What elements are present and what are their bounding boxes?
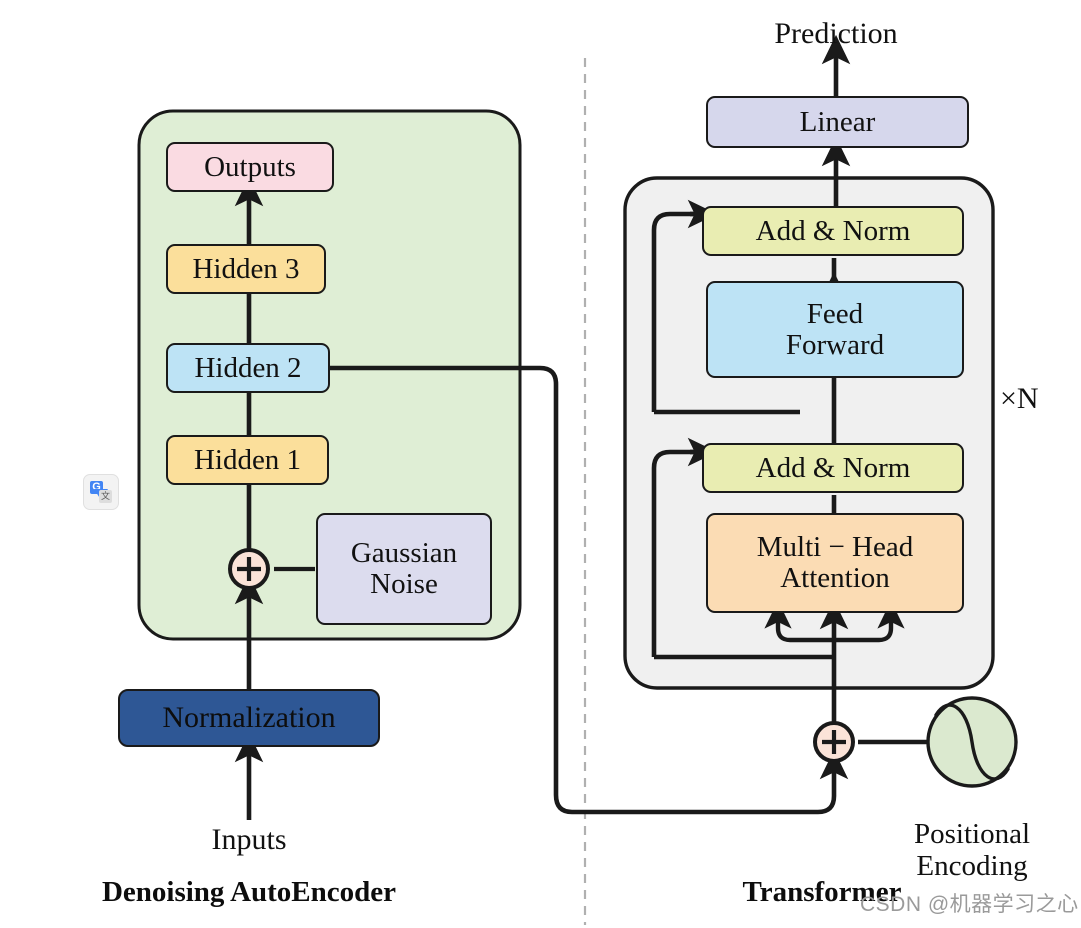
node-linear[interactable]: Linear	[706, 96, 969, 148]
title-denoising-autoencoder: Denoising AutoEncoder	[101, 876, 397, 908]
node-hidden1-label: Hidden 1	[193, 443, 302, 476]
node-addnorm-top[interactable]: Add & Norm	[702, 206, 964, 256]
label-inputs: Inputs	[211, 823, 287, 856]
node-addnorm-bottom[interactable]: Add & Norm	[702, 443, 964, 493]
node-feed-forward[interactable]: Feed Forward	[706, 281, 964, 378]
node-gaussian-noise[interactable]: Gaussian Noise	[316, 513, 492, 625]
node-outputs-label: Outputs	[204, 150, 296, 183]
node-addnorm-top-label: Add & Norm	[755, 214, 911, 247]
translate-cjk-glyph: 文	[99, 490, 112, 503]
csdn-watermark: CSDN @机器学习之心	[860, 893, 1079, 916]
node-addnorm-bottom-label: Add & Norm	[755, 451, 911, 484]
node-hidden2[interactable]: Hidden 2	[166, 343, 330, 393]
node-hidden3-label: Hidden 3	[192, 252, 300, 285]
node-hidden3[interactable]: Hidden 3	[166, 244, 326, 294]
node-multihead-attention[interactable]: Multi − Head Attention	[706, 513, 964, 613]
node-outputs[interactable]: Outputs	[166, 142, 334, 192]
label-positional-encoding: Positional Encoding	[913, 817, 1030, 882]
diagram-root: Outputs Hidden 3 Hidden 2 Hidden 1 Gauss…	[0, 0, 1081, 928]
node-hidden2-label: Hidden 2	[194, 351, 302, 384]
node-normalization-label: Normalization	[162, 701, 336, 735]
node-linear-label: Linear	[799, 105, 876, 138]
node-hidden1[interactable]: Hidden 1	[166, 435, 329, 485]
label-prediction: Prediction	[774, 17, 898, 50]
node-normalization[interactable]: Normalization	[118, 689, 380, 747]
google-translate-icon[interactable]: G 文	[83, 474, 119, 510]
node-multihead-attention-label: Multi − Head Attention	[756, 531, 914, 594]
node-feed-forward-label: Feed Forward	[785, 297, 885, 361]
node-gaussian-noise-label: Gaussian Noise	[350, 537, 458, 600]
label-repeat-n: ×N	[1000, 382, 1039, 415]
edge-into-transformer-adder	[817, 749, 849, 815]
